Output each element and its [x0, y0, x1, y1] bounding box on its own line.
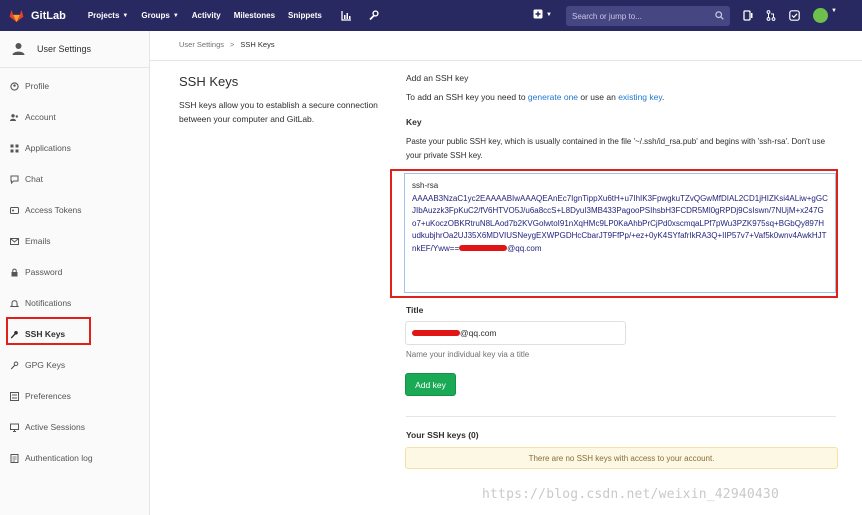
preferences-icon — [10, 391, 19, 401]
bell-icon — [10, 299, 19, 308]
title-label: Title — [406, 305, 424, 315]
ssh-keys-highlight-box — [6, 317, 91, 345]
sidebar-item-profile[interactable]: Profile — [0, 75, 150, 97]
sidebar-item-gpg-keys[interactable]: GPG Keys — [0, 354, 150, 376]
breadcrumb: User Settings > SSH Keys — [179, 40, 275, 49]
sidebar-item-active-sessions[interactable]: Active Sessions — [0, 416, 150, 438]
nav-snippets[interactable]: Snippets — [288, 11, 322, 20]
user-menu[interactable]: ▼ — [813, 8, 837, 23]
merge-request-icon[interactable] — [766, 10, 776, 21]
add-key-button[interactable]: Add key — [405, 373, 456, 396]
nav-milestones[interactable]: Milestones — [234, 11, 275, 20]
todo-check-icon[interactable] — [789, 10, 800, 21]
avatar — [813, 8, 828, 23]
title-help-text: Name your individual key via a title — [406, 350, 530, 359]
top-navbar: GitLab Projects ▼ Groups ▼ Activity Milest… — [0, 0, 862, 31]
mail-icon — [10, 237, 19, 246]
add-key-heading: Add an SSH key — [406, 73, 469, 83]
sidebar-item-chat[interactable]: Chat — [0, 168, 150, 190]
chat-icon — [10, 175, 19, 184]
breadcrumb-parent[interactable]: User Settings — [179, 40, 224, 49]
sidebar-item-preferences[interactable]: Preferences — [0, 385, 150, 407]
chevron-down-icon: ▼ — [831, 8, 837, 14]
sidebar-item-emails[interactable]: Emails — [0, 230, 150, 252]
gitlab-home-link[interactable]: GitLab — [9, 8, 66, 24]
breadcrumb-separator: > — [230, 40, 235, 49]
sidebar-item-access-tokens[interactable]: Access Tokens — [0, 199, 150, 221]
breadcrumb-divider — [150, 60, 862, 61]
chevron-down-icon: ▼ — [122, 12, 129, 19]
search-input[interactable]: Search or jump to... — [566, 6, 730, 26]
sidebar-item-password[interactable]: Password — [0, 261, 150, 283]
page-title: SSH Keys — [179, 74, 239, 89]
sidebar-item-account[interactable]: Account — [0, 106, 150, 128]
log-icon — [10, 453, 19, 463]
new-dropdown[interactable]: ▼ — [533, 9, 552, 21]
user-avatar-icon — [12, 42, 25, 57]
lock-icon — [10, 268, 19, 277]
plus-square-icon — [533, 9, 543, 21]
empty-keys-alert: There are no SSH keys with access to you… — [405, 447, 838, 469]
add-key-intro: To add an SSH key you need to generate o… — [406, 92, 665, 102]
nav-groups[interactable]: Groups ▼ — [141, 11, 178, 20]
nav-projects[interactable]: Projects ▼ — [88, 11, 129, 20]
your-ssh-keys-heading: Your SSH keys (0) — [406, 430, 479, 440]
key-card-icon — [10, 206, 19, 215]
chevron-down-icon: ▼ — [172, 12, 179, 19]
key-icon — [10, 361, 19, 370]
key-label: Key — [406, 117, 422, 127]
key-highlight-box — [390, 169, 838, 298]
wrench-icon[interactable] — [368, 10, 379, 21]
sidebar-item-notifications[interactable]: Notifications — [0, 292, 150, 314]
issues-icon[interactable] — [743, 10, 753, 21]
applications-icon — [10, 144, 19, 153]
chevron-down-icon: ▼ — [546, 12, 552, 18]
section-divider — [406, 416, 836, 417]
brand-name: GitLab — [31, 9, 66, 22]
users-icon — [10, 113, 19, 122]
watermark: https://blog.csdn.net/weixin_42940430 — [482, 487, 779, 502]
chart-icon[interactable] — [341, 10, 352, 21]
monitor-icon — [10, 423, 19, 432]
sidebar-item-authentication-log[interactable]: Authentication log — [0, 447, 150, 469]
breadcrumb-current[interactable]: SSH Keys — [240, 40, 274, 49]
user-icon — [10, 81, 19, 91]
redaction-mark — [412, 330, 460, 336]
nav-activity[interactable]: Activity — [192, 11, 221, 20]
gitlab-logo-icon — [9, 8, 24, 24]
sidebar-header[interactable]: User Settings — [0, 31, 149, 68]
page-description: SSH keys allow you to establish a secure… — [179, 100, 378, 124]
title-input[interactable]: @qq.com — [405, 321, 626, 345]
sidebar-title: User Settings — [37, 44, 92, 54]
existing-key-link[interactable]: existing key — [618, 92, 662, 102]
key-help-text: Paste your public SSH key, which is usua… — [406, 137, 826, 160]
sidebar-item-applications[interactable]: Applications — [0, 137, 150, 159]
generate-one-link[interactable]: generate one — [528, 92, 578, 102]
search-icon — [715, 10, 724, 22]
